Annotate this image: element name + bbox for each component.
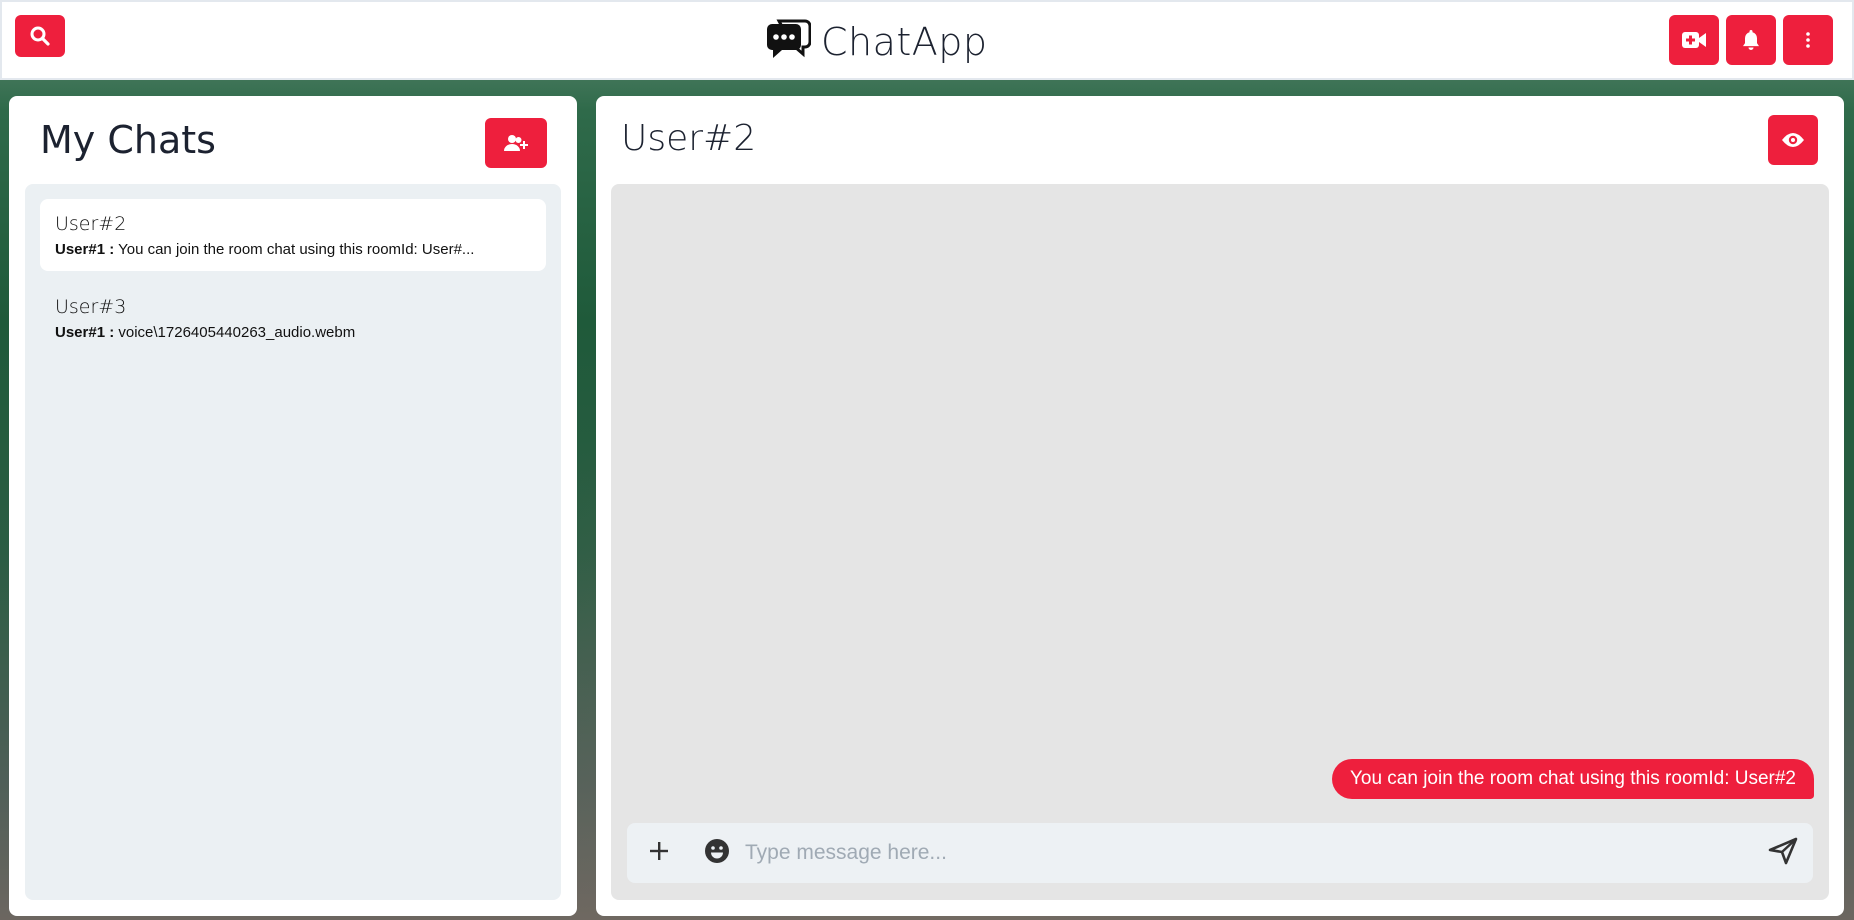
search-icon <box>30 26 50 46</box>
conversation-panel: User#2 You can join the room chat using … <box>596 96 1844 916</box>
emoji-button[interactable] <box>699 823 735 883</box>
more-options-button[interactable] <box>1783 15 1833 65</box>
conversation-title: User#2 <box>621 118 757 159</box>
messages-area: You can join the room chat using this ro… <box>611 184 1829 900</box>
chat-bubbles-icon <box>765 19 812 66</box>
bell-icon <box>1742 29 1760 51</box>
chat-preview: User#1 : You can join the room chat usin… <box>55 240 531 260</box>
plus-icon <box>648 840 670 867</box>
message-composer <box>627 823 1813 883</box>
chat-name: User#3 <box>55 296 127 318</box>
panel-title: My Chats <box>40 118 216 162</box>
attach-button[interactable] <box>641 823 677 883</box>
new-group-chat-button[interactable] <box>485 118 547 168</box>
brand: ChatApp <box>765 18 988 66</box>
send-button[interactable] <box>1765 823 1801 883</box>
top-navbar: ChatApp <box>0 0 1854 80</box>
preview-sender: User#1 : <box>55 324 115 341</box>
preview-text: You can join the room chat using this ro… <box>118 241 475 258</box>
view-profile-button[interactable] <box>1768 115 1818 165</box>
video-call-button[interactable] <box>1669 15 1719 65</box>
video-plus-icon <box>1681 31 1707 49</box>
app-title: ChatApp <box>821 20 988 64</box>
preview-text: voice\1726405440263_audio.webm <box>118 324 356 341</box>
my-chats-panel: My Chats User#2 User#1 : You can join th… <box>9 96 577 916</box>
chat-list-item-user2[interactable]: User#2 User#1 : You can join the room ch… <box>40 199 546 271</box>
send-icon <box>1768 837 1798 870</box>
preview-sender: User#1 : <box>55 241 115 258</box>
message-input[interactable] <box>745 833 1725 873</box>
vertical-dots-icon <box>1805 31 1811 49</box>
chat-preview: User#1 : voice\1726405440263_audio.webm <box>55 323 531 343</box>
chat-list-item-user3[interactable]: User#3 User#1 : voice\1726405440263_audi… <box>40 282 546 354</box>
smiley-icon <box>704 838 730 869</box>
chat-name: User#2 <box>55 213 127 235</box>
message-bubble-own: You can join the room chat using this ro… <box>1331 759 1814 799</box>
search-button[interactable] <box>15 15 65 57</box>
notifications-button[interactable] <box>1726 15 1776 65</box>
add-user-icon <box>504 134 528 152</box>
eye-icon <box>1781 132 1805 148</box>
chat-list: User#2 User#1 : You can join the room ch… <box>25 184 561 900</box>
